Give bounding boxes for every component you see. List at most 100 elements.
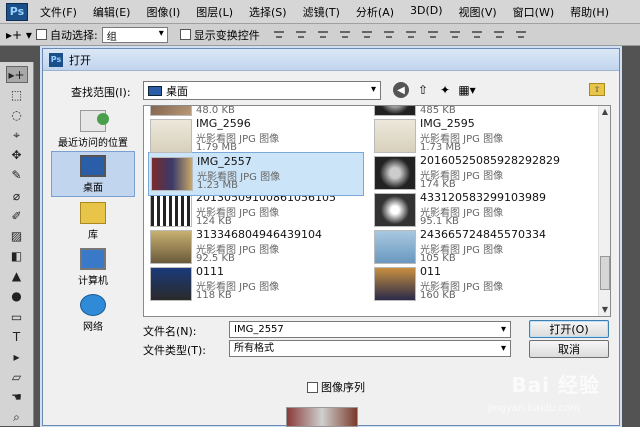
baidu-watermark: Bai 经验 [511,373,600,397]
library-icon [80,202,106,224]
tool-button[interactable]: ▭ [6,308,28,325]
photoshop-small-icon: Ps [49,52,63,67]
back-icon[interactable]: ◀ [393,82,409,98]
place-label: 桌面 [83,183,103,194]
network-icon [80,294,106,316]
distribute-vcenter-icon[interactable] [426,28,440,42]
file-thumbnail [150,119,192,153]
filetype-label: 文件类型(T): [143,344,207,357]
cancel-button[interactable]: 取消 [529,340,609,358]
filetype-row: 文件类型(T): 所有格式 [143,340,511,358]
menu-item[interactable]: 帮助(H) [562,4,617,20]
open-button[interactable]: 打开(O) [529,320,609,338]
tool-button[interactable]: ● [6,288,28,305]
scroll-down-icon[interactable]: ▼ [599,304,610,316]
tool-button[interactable]: ▸+ [5,66,28,84]
file-item[interactable]: 48.0 KB [148,106,364,122]
tool-button[interactable]: ▲ [6,268,28,285]
auto-select-dropdown[interactable]: 组 [101,26,168,43]
menu-item[interactable]: 分析(A) [348,4,402,20]
file-size: 174 KB [420,179,456,190]
auto-select-checkbox[interactable] [36,29,47,40]
show-transform-label: 显示变换控件 [193,28,260,42]
align-vcenter-icon[interactable] [294,28,308,42]
file-list[interactable]: 011 光影看图 JPG 图像 160 KB 0111 光影看图 JPG 图像 118 K… [143,105,611,317]
auto-select-toggle[interactable]: 自动选择: [36,27,98,43]
look-in-value: 桌面 [166,84,188,98]
menu-item[interactable]: 图层(L) [188,4,241,20]
align-hcenter-icon[interactable] [360,28,374,42]
filetype-dropdown[interactable]: 所有格式 [229,340,511,357]
menu-item[interactable]: 选择(S) [241,4,295,20]
look-in-label: 查找范围(I): [71,86,131,99]
show-transform-toggle[interactable]: 显示变换控件 [179,27,260,43]
tool-button[interactable]: ☚ [6,389,28,406]
file-size: 105 KB [420,253,456,264]
up-folder-icon[interactable]: ⇧ [415,82,431,98]
file-size: 485 KB [420,105,456,116]
tool-button[interactable]: ▨ [6,227,28,244]
menubar: Ps 文件(F) 编辑(E) 图像(I) 图层(L) 选择(S) 滤镜(T) 分析(A) 3D… [0,0,640,24]
distribute-top-icon[interactable] [404,28,418,42]
image-sequence-checkbox[interactable] [307,381,318,393]
view-menu-icon[interactable]: ▦▾ [458,82,475,98]
tool-button[interactable]: ⬚ [6,86,28,103]
scroll-up-icon[interactable]: ▲ [599,106,610,118]
menu-item[interactable]: 图像(I) [138,4,188,20]
place-item[interactable]: 计算机 [51,243,135,289]
tool-button[interactable]: ✥ [6,147,28,164]
options-bar: ▸+ ▾ 自动选择: 组 显示变换控件 [0,24,640,46]
menu-item[interactable]: 窗口(W) [505,4,562,20]
tool-button[interactable]: T [6,328,28,345]
distribute-hcenter-icon[interactable] [492,28,506,42]
file-size: 92.5 KB [196,253,235,264]
scroll-thumb[interactable] [600,256,610,290]
dialog-titlebar: Ps 打开 [43,49,619,71]
file-item[interactable]: 485 KB [372,105,588,122]
new-folder-icon[interactable]: ✦ [437,82,453,98]
menu-item[interactable]: 滤镜(T) [295,4,348,20]
show-transform-checkbox[interactable] [179,29,191,40]
image-sequence-toggle[interactable]: 图像序列 [307,379,365,395]
align-left-icon[interactable] [338,28,352,42]
distribute-bottom-icon[interactable] [448,28,462,42]
file-size: 1.79 MB [196,142,237,153]
align-buttons [272,28,528,42]
file-thumbnail [374,119,416,153]
tool-button[interactable]: ◧ [6,248,28,265]
menu-item[interactable]: 3D(D) [402,4,451,20]
menu-item[interactable]: 文件(F) [32,4,85,20]
filename-label: 文件名(N): [143,325,197,338]
file-thumbnail [374,230,416,264]
place-label: 计算机 [78,276,108,287]
menu-item[interactable]: 视图(V) [451,4,505,20]
tool-button[interactable]: ✎ [6,167,28,184]
distribute-right-icon[interactable] [514,28,528,42]
move-tool-preset[interactable]: ▸+ ▾ [6,27,32,43]
look-in-dropdown[interactable]: 桌面 [143,81,381,100]
align-top-icon[interactable] [272,28,286,42]
place-item[interactable]: 桌面 [51,151,135,197]
filename-input[interactable]: IMG_2557 [229,321,511,338]
place-label: 库 [88,230,98,241]
tool-button[interactable]: ◌ [6,106,28,123]
menu-item[interactable]: 编辑(E) [85,4,139,20]
place-item[interactable]: 库 [51,197,135,243]
tool-button[interactable]: ✐ [6,207,28,224]
desktop-icon [80,155,106,177]
folder-action-icon[interactable]: ⇧ [589,83,605,96]
file-list-scrollbar[interactable]: ▲ ▼ [598,106,610,316]
dialog-title: 打开 [69,53,91,67]
place-item[interactable]: 网络 [51,289,135,335]
tool-button[interactable]: ⌀ [6,187,28,204]
desktop-small-icon [148,85,162,96]
tool-button[interactable]: ▱ [6,368,28,385]
align-bottom-icon[interactable] [316,28,330,42]
distribute-left-icon[interactable] [470,28,484,42]
tool-button[interactable]: ⌕ [6,409,28,426]
align-right-icon[interactable] [382,28,396,42]
file-thumbnail [374,156,416,190]
place-item[interactable]: 最近访问的位置 [51,105,135,151]
tool-button[interactable]: ⌖ [6,127,28,144]
tool-button[interactable]: ▸ [6,348,28,365]
